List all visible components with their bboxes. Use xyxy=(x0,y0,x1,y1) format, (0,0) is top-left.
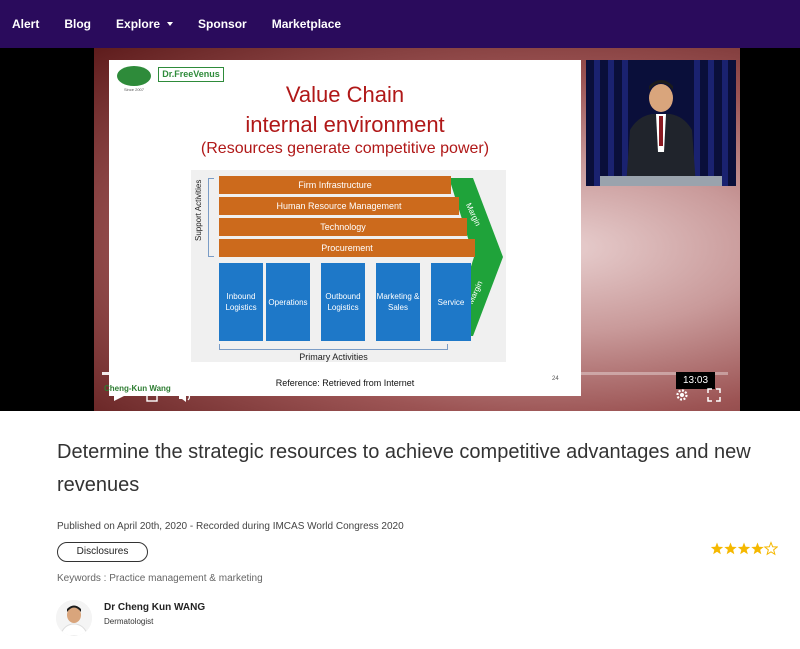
author-role: Dermatologist xyxy=(104,617,154,626)
slide-reference: Reference: Retrieved from Internet xyxy=(275,378,415,388)
star-filled-icon[interactable] xyxy=(751,542,764,555)
support-bar-hrm: Human Resource Management xyxy=(219,197,459,215)
keywords: Keywords : Practice management & marketi… xyxy=(57,573,263,584)
freevenus-logo: Dr.FreeVenus xyxy=(158,67,224,82)
primary-operations: Operations xyxy=(266,263,310,341)
nav-explore-label: Explore xyxy=(116,17,161,31)
slide-title: Value Chain xyxy=(285,82,405,107)
nav-marketplace-label: Marketplace xyxy=(271,17,342,31)
primary-service: Service xyxy=(431,263,471,341)
skip-icon[interactable] xyxy=(146,391,158,403)
slide-subtitle: (Resources generate competitive power) xyxy=(200,140,490,157)
presentation-slide: Since 2007 Dr.FreeVenus Value Chain inte… xyxy=(109,60,581,396)
volume-icon[interactable] xyxy=(178,390,192,404)
star-filled-icon[interactable] xyxy=(737,542,751,555)
nav-marketplace[interactable]: Marketplace xyxy=(272,17,341,31)
play-icon[interactable] xyxy=(112,389,126,403)
progress-bar[interactable] xyxy=(102,372,728,375)
nav-blog-label: Blog xyxy=(64,17,92,31)
settings-gear-icon[interactable] xyxy=(675,388,689,402)
podium xyxy=(600,176,722,186)
nav-explore[interactable]: Explore xyxy=(116,17,174,31)
author-name[interactable]: Dr Cheng Kun WANG xyxy=(104,602,205,613)
primary-bracket xyxy=(219,344,448,350)
slide-title-line2: internal environment xyxy=(245,112,445,137)
value-chain-diagram: Margin Margin Support Activities Firm In… xyxy=(191,170,506,362)
support-bar-technology: Technology xyxy=(219,218,467,236)
star-filled-icon[interactable] xyxy=(710,542,724,555)
star-filled-icon[interactable] xyxy=(724,542,737,555)
progress-fill xyxy=(102,372,272,375)
primary-activities-label: Primary Activities xyxy=(299,352,368,362)
star-empty-icon[interactable] xyxy=(763,541,778,556)
nav-sponsor-label: Sponsor xyxy=(198,17,247,31)
avatar[interactable] xyxy=(56,600,92,636)
nav-alert-label: Alert xyxy=(12,17,40,31)
published-info: Published on April 20th, 2020 - Recorded… xyxy=(57,521,404,532)
slide-number: 24 xyxy=(552,376,559,382)
speaker-camera-inset xyxy=(586,60,736,186)
support-bar-procurement: Procurement xyxy=(219,239,475,257)
video-title: Determine the strategic resources to ach… xyxy=(57,441,751,496)
speaker-figure xyxy=(626,80,696,186)
primary-marketing-sales: Marketing & Sales xyxy=(376,263,420,341)
fullscreen-icon[interactable] xyxy=(707,388,721,402)
nav-blog[interactable]: Blog xyxy=(64,17,91,31)
primary-outbound-logistics: Outbound Logistics xyxy=(321,263,365,341)
top-nav: Alert Blog Explore Sponsor Marketplace xyxy=(0,0,800,48)
time-tooltip: 13:03 xyxy=(676,372,715,389)
support-bar-firm-infrastructure: Firm Infrastructure xyxy=(219,176,451,194)
support-activities-label: Support Activities xyxy=(194,179,203,241)
disclosures-button[interactable]: Disclosures xyxy=(57,542,148,562)
nav-alert[interactable]: Alert xyxy=(12,17,39,31)
rating-stars[interactable] xyxy=(710,541,778,557)
primary-inbound-logistics: Inbound Logistics xyxy=(219,263,263,341)
chevron-down-icon xyxy=(167,22,174,26)
author-photo xyxy=(56,600,92,636)
nav-sponsor[interactable]: Sponsor xyxy=(198,17,247,31)
